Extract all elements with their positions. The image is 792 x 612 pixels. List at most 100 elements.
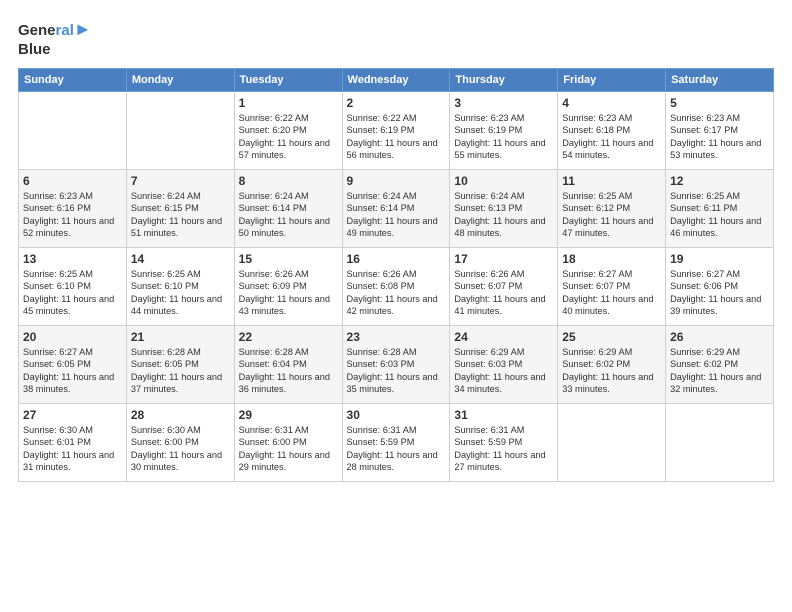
day-number: 16 bbox=[347, 251, 446, 267]
day-header-wednesday: Wednesday bbox=[342, 68, 450, 91]
day-info: Sunrise: 6:25 AM Sunset: 6:12 PM Dayligh… bbox=[562, 190, 661, 240]
day-number: 19 bbox=[670, 251, 769, 267]
calendar-cell: 29Sunrise: 6:31 AM Sunset: 6:00 PM Dayli… bbox=[234, 403, 342, 481]
day-info: Sunrise: 6:31 AM Sunset: 5:59 PM Dayligh… bbox=[454, 424, 553, 474]
calendar-cell: 2Sunrise: 6:22 AM Sunset: 6:19 PM Daylig… bbox=[342, 91, 450, 169]
calendar-cell: 27Sunrise: 6:30 AM Sunset: 6:01 PM Dayli… bbox=[19, 403, 127, 481]
calendar-cell: 3Sunrise: 6:23 AM Sunset: 6:19 PM Daylig… bbox=[450, 91, 558, 169]
day-number: 30 bbox=[347, 407, 446, 423]
day-info: Sunrise: 6:23 AM Sunset: 6:17 PM Dayligh… bbox=[670, 112, 769, 162]
day-info: Sunrise: 6:27 AM Sunset: 6:05 PM Dayligh… bbox=[23, 346, 122, 396]
day-number: 15 bbox=[239, 251, 338, 267]
day-info: Sunrise: 6:25 AM Sunset: 6:11 PM Dayligh… bbox=[670, 190, 769, 240]
day-number: 11 bbox=[562, 173, 661, 189]
day-info: Sunrise: 6:26 AM Sunset: 6:07 PM Dayligh… bbox=[454, 268, 553, 318]
day-number: 25 bbox=[562, 329, 661, 345]
day-number: 21 bbox=[131, 329, 230, 345]
day-header-tuesday: Tuesday bbox=[234, 68, 342, 91]
calendar-cell: 11Sunrise: 6:25 AM Sunset: 6:12 PM Dayli… bbox=[558, 169, 666, 247]
day-number: 27 bbox=[23, 407, 122, 423]
calendar-cell: 30Sunrise: 6:31 AM Sunset: 5:59 PM Dayli… bbox=[342, 403, 450, 481]
day-info: Sunrise: 6:25 AM Sunset: 6:10 PM Dayligh… bbox=[23, 268, 122, 318]
calendar-cell bbox=[19, 91, 127, 169]
day-number: 2 bbox=[347, 95, 446, 111]
calendar-cell: 24Sunrise: 6:29 AM Sunset: 6:03 PM Dayli… bbox=[450, 325, 558, 403]
day-number: 17 bbox=[454, 251, 553, 267]
day-info: Sunrise: 6:29 AM Sunset: 6:02 PM Dayligh… bbox=[670, 346, 769, 396]
day-info: Sunrise: 6:26 AM Sunset: 6:08 PM Dayligh… bbox=[347, 268, 446, 318]
day-info: Sunrise: 6:22 AM Sunset: 6:19 PM Dayligh… bbox=[347, 112, 446, 162]
calendar-cell: 5Sunrise: 6:23 AM Sunset: 6:17 PM Daylig… bbox=[666, 91, 774, 169]
calendar-cell bbox=[558, 403, 666, 481]
calendar-header: SundayMondayTuesdayWednesdayThursdayFrid… bbox=[19, 68, 774, 91]
day-info: Sunrise: 6:29 AM Sunset: 6:03 PM Dayligh… bbox=[454, 346, 553, 396]
day-number: 28 bbox=[131, 407, 230, 423]
calendar-cell: 8Sunrise: 6:24 AM Sunset: 6:14 PM Daylig… bbox=[234, 169, 342, 247]
day-info: Sunrise: 6:23 AM Sunset: 6:16 PM Dayligh… bbox=[23, 190, 122, 240]
day-header-friday: Friday bbox=[558, 68, 666, 91]
day-info: Sunrise: 6:23 AM Sunset: 6:19 PM Dayligh… bbox=[454, 112, 553, 162]
calendar-cell: 28Sunrise: 6:30 AM Sunset: 6:00 PM Dayli… bbox=[126, 403, 234, 481]
day-number: 1 bbox=[239, 95, 338, 111]
day-info: Sunrise: 6:24 AM Sunset: 6:15 PM Dayligh… bbox=[131, 190, 230, 240]
day-number: 31 bbox=[454, 407, 553, 423]
day-info: Sunrise: 6:23 AM Sunset: 6:18 PM Dayligh… bbox=[562, 112, 661, 162]
day-number: 18 bbox=[562, 251, 661, 267]
day-number: 13 bbox=[23, 251, 122, 267]
day-info: Sunrise: 6:24 AM Sunset: 6:13 PM Dayligh… bbox=[454, 190, 553, 240]
calendar-cell: 14Sunrise: 6:25 AM Sunset: 6:10 PM Dayli… bbox=[126, 247, 234, 325]
day-header-sunday: Sunday bbox=[19, 68, 127, 91]
day-number: 9 bbox=[347, 173, 446, 189]
day-number: 7 bbox=[131, 173, 230, 189]
page-header: General► Blue bbox=[18, 18, 774, 60]
calendar-cell: 22Sunrise: 6:28 AM Sunset: 6:04 PM Dayli… bbox=[234, 325, 342, 403]
calendar-cell: 19Sunrise: 6:27 AM Sunset: 6:06 PM Dayli… bbox=[666, 247, 774, 325]
day-number: 26 bbox=[670, 329, 769, 345]
calendar-cell: 9Sunrise: 6:24 AM Sunset: 6:14 PM Daylig… bbox=[342, 169, 450, 247]
calendar-cell: 18Sunrise: 6:27 AM Sunset: 6:07 PM Dayli… bbox=[558, 247, 666, 325]
day-number: 20 bbox=[23, 329, 122, 345]
day-number: 22 bbox=[239, 329, 338, 345]
day-info: Sunrise: 6:28 AM Sunset: 6:05 PM Dayligh… bbox=[131, 346, 230, 396]
day-number: 10 bbox=[454, 173, 553, 189]
day-info: Sunrise: 6:22 AM Sunset: 6:20 PM Dayligh… bbox=[239, 112, 338, 162]
calendar-cell: 10Sunrise: 6:24 AM Sunset: 6:13 PM Dayli… bbox=[450, 169, 558, 247]
calendar-cell bbox=[126, 91, 234, 169]
calendar-cell: 13Sunrise: 6:25 AM Sunset: 6:10 PM Dayli… bbox=[19, 247, 127, 325]
day-info: Sunrise: 6:30 AM Sunset: 6:00 PM Dayligh… bbox=[131, 424, 230, 474]
logo-text: General► Blue bbox=[18, 18, 92, 60]
calendar-cell: 7Sunrise: 6:24 AM Sunset: 6:15 PM Daylig… bbox=[126, 169, 234, 247]
day-info: Sunrise: 6:24 AM Sunset: 6:14 PM Dayligh… bbox=[239, 190, 338, 240]
day-number: 5 bbox=[670, 95, 769, 111]
calendar-cell: 31Sunrise: 6:31 AM Sunset: 5:59 PM Dayli… bbox=[450, 403, 558, 481]
calendar-cell: 16Sunrise: 6:26 AM Sunset: 6:08 PM Dayli… bbox=[342, 247, 450, 325]
calendar-cell: 23Sunrise: 6:28 AM Sunset: 6:03 PM Dayli… bbox=[342, 325, 450, 403]
calendar-cell: 26Sunrise: 6:29 AM Sunset: 6:02 PM Dayli… bbox=[666, 325, 774, 403]
day-info: Sunrise: 6:28 AM Sunset: 6:03 PM Dayligh… bbox=[347, 346, 446, 396]
calendar-cell bbox=[666, 403, 774, 481]
day-info: Sunrise: 6:30 AM Sunset: 6:01 PM Dayligh… bbox=[23, 424, 122, 474]
day-number: 14 bbox=[131, 251, 230, 267]
day-number: 12 bbox=[670, 173, 769, 189]
calendar-table: SundayMondayTuesdayWednesdayThursdayFrid… bbox=[18, 68, 774, 482]
calendar-cell: 4Sunrise: 6:23 AM Sunset: 6:18 PM Daylig… bbox=[558, 91, 666, 169]
logo: General► Blue bbox=[18, 18, 92, 60]
calendar-cell: 17Sunrise: 6:26 AM Sunset: 6:07 PM Dayli… bbox=[450, 247, 558, 325]
calendar-cell: 12Sunrise: 6:25 AM Sunset: 6:11 PM Dayli… bbox=[666, 169, 774, 247]
day-number: 3 bbox=[454, 95, 553, 111]
calendar-cell: 21Sunrise: 6:28 AM Sunset: 6:05 PM Dayli… bbox=[126, 325, 234, 403]
calendar-cell: 15Sunrise: 6:26 AM Sunset: 6:09 PM Dayli… bbox=[234, 247, 342, 325]
calendar-cell: 20Sunrise: 6:27 AM Sunset: 6:05 PM Dayli… bbox=[19, 325, 127, 403]
day-info: Sunrise: 6:27 AM Sunset: 6:06 PM Dayligh… bbox=[670, 268, 769, 318]
day-info: Sunrise: 6:26 AM Sunset: 6:09 PM Dayligh… bbox=[239, 268, 338, 318]
day-number: 24 bbox=[454, 329, 553, 345]
day-number: 6 bbox=[23, 173, 122, 189]
day-header-monday: Monday bbox=[126, 68, 234, 91]
day-info: Sunrise: 6:29 AM Sunset: 6:02 PM Dayligh… bbox=[562, 346, 661, 396]
day-info: Sunrise: 6:27 AM Sunset: 6:07 PM Dayligh… bbox=[562, 268, 661, 318]
day-info: Sunrise: 6:24 AM Sunset: 6:14 PM Dayligh… bbox=[347, 190, 446, 240]
day-info: Sunrise: 6:28 AM Sunset: 6:04 PM Dayligh… bbox=[239, 346, 338, 396]
day-info: Sunrise: 6:25 AM Sunset: 6:10 PM Dayligh… bbox=[131, 268, 230, 318]
day-number: 4 bbox=[562, 95, 661, 111]
calendar-cell: 1Sunrise: 6:22 AM Sunset: 6:20 PM Daylig… bbox=[234, 91, 342, 169]
